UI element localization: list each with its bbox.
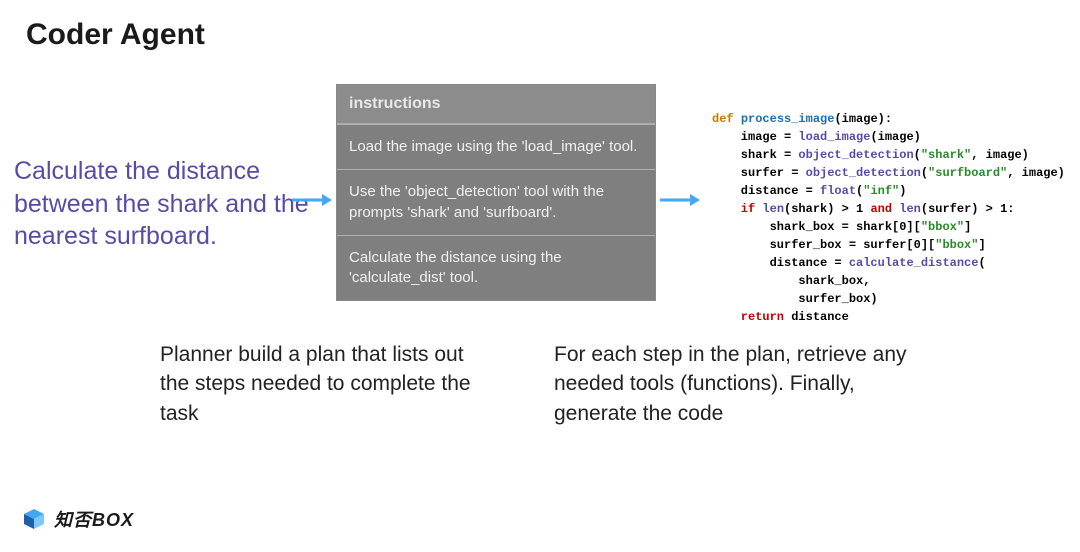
plan-row: Calculate the distance using the 'calcul… [337, 235, 655, 301]
arrow-right-icon [660, 190, 700, 210]
plan-header: instructions [337, 85, 655, 124]
page-title: Coder Agent [26, 18, 205, 52]
planner-caption: Planner build a plan that lists out the … [160, 340, 490, 428]
plan-table: instructions Load the image using the 'l… [336, 84, 656, 301]
user-prompt: Calculate the distance between the shark… [14, 155, 319, 253]
watermark: 知否BOX [22, 506, 134, 532]
arrow-right-icon [292, 190, 332, 210]
cube-logo-icon [22, 507, 46, 531]
plan-row: Load the image using the 'load_image' to… [337, 124, 655, 169]
plan-row: Use the 'object_detection' tool with the… [337, 169, 655, 235]
generated-code: def process_image(image): image = load_i… [712, 110, 1065, 326]
codegen-caption: For each step in the plan, retrieve any … [554, 340, 914, 428]
watermark-text: 知否BOX [54, 506, 134, 532]
